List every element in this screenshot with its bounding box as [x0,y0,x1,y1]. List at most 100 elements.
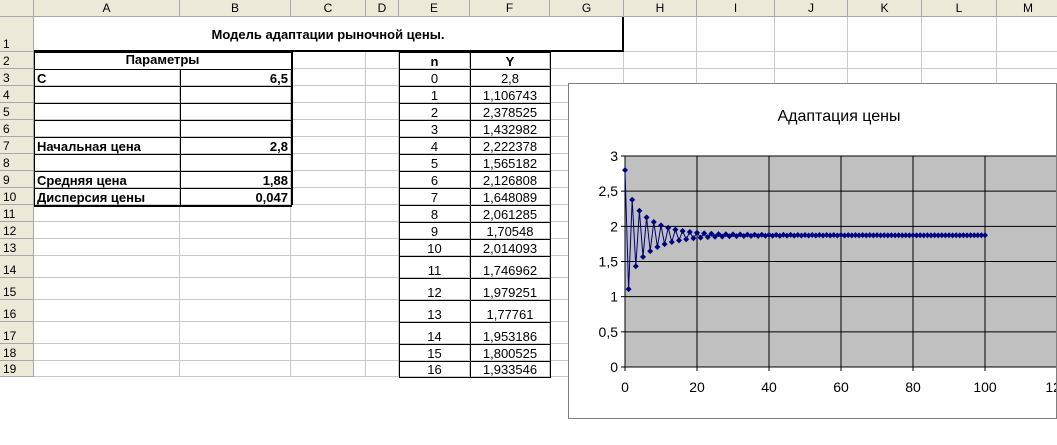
cell-d8[interactable] [366,154,399,171]
cell-g2[interactable] [550,52,624,69]
cell-d7[interactable] [366,137,399,154]
cell-h1[interactable] [624,17,697,52]
cell-a13[interactable] [34,239,180,256]
cell-d2[interactable] [366,52,399,69]
cell-b4[interactable] [180,86,291,103]
sheet-title[interactable]: Модель адаптации рыночной цены. [34,17,624,52]
row-header-18[interactable]: 18 [0,344,34,361]
column-header-e[interactable]: E [399,0,470,17]
cell-a6[interactable] [34,120,180,137]
cell-b12[interactable] [180,222,291,239]
column-header-k[interactable]: K [848,0,922,17]
cell-d5[interactable] [366,103,399,120]
row-header-5[interactable]: 5 [0,103,34,120]
row-header-8[interactable]: 8 [0,154,34,171]
cell-a19[interactable] [34,361,180,377]
row-header-16[interactable]: 16 [0,300,34,322]
row-header-12[interactable]: 12 [0,222,34,239]
cell-a16[interactable] [34,300,180,322]
cell-c3[interactable] [291,69,366,86]
cell-c17[interactable] [291,322,366,344]
cell-d13[interactable] [366,239,399,256]
cell-b14[interactable] [180,256,291,278]
cell-b5[interactable] [180,103,291,120]
cell-c13[interactable] [291,239,366,256]
cell-d3[interactable] [366,69,399,86]
row-header-10[interactable]: 10 [0,188,34,205]
cell-b19[interactable] [180,361,291,377]
cell-a14[interactable] [34,256,180,278]
cell-d19[interactable] [366,361,399,377]
cell-a12[interactable] [34,222,180,239]
cell-a15[interactable] [34,278,180,300]
cell-i1[interactable] [697,17,775,52]
column-header-a[interactable]: A [34,0,180,17]
row-header-6[interactable]: 6 [0,120,34,137]
column-header-i[interactable]: I [697,0,775,17]
cell-a4[interactable] [34,86,180,103]
row-header-3[interactable]: 3 [0,69,34,86]
column-header-m[interactable]: M [997,0,1057,17]
row-header-14[interactable]: 14 [0,256,34,278]
row-header-19[interactable]: 19 [0,361,34,377]
cell-b15[interactable] [180,278,291,300]
column-header-c[interactable]: C [291,0,366,17]
cell-m2[interactable] [997,52,1057,69]
cell-b16[interactable] [180,300,291,322]
cell-d12[interactable] [366,222,399,239]
cell-c12[interactable] [291,222,366,239]
cell-d11[interactable] [366,205,399,222]
row-header-13[interactable]: 13 [0,239,34,256]
cell-c5[interactable] [291,103,366,120]
cell-d18[interactable] [366,344,399,361]
cell-c19[interactable] [291,361,366,377]
cell-j1[interactable] [775,17,848,52]
cell-c15[interactable] [291,278,366,300]
cell-c2[interactable] [291,52,366,69]
cell-c6[interactable] [291,120,366,137]
column-header-g[interactable]: G [550,0,624,17]
cell-b11[interactable] [180,205,291,222]
cell-c14[interactable] [291,256,366,278]
column-header-l[interactable]: L [922,0,997,17]
cell-c4[interactable] [291,86,366,103]
column-header-b[interactable]: B [180,0,291,17]
cell-d15[interactable] [366,278,399,300]
cell-b17[interactable] [180,322,291,344]
cell-b13[interactable] [180,239,291,256]
cell-b18[interactable] [180,344,291,361]
row-header-15[interactable]: 15 [0,278,34,300]
row-header-17[interactable]: 17 [0,322,34,344]
row-header-4[interactable]: 4 [0,86,34,103]
cell-j2[interactable] [775,52,848,69]
cell-d14[interactable] [366,256,399,278]
row-header-7[interactable]: 7 [0,137,34,154]
cell-d4[interactable] [366,86,399,103]
cell-c8[interactable] [291,154,366,171]
cell-c9[interactable] [291,171,366,188]
cell-b6[interactable] [180,120,291,137]
cell-d17[interactable] [366,322,399,344]
cell-a11[interactable] [34,205,180,222]
column-header-d[interactable]: D [366,0,399,17]
cell-c11[interactable] [291,205,366,222]
cell-b8[interactable] [180,154,291,171]
price-adaptation-chart[interactable]: Адаптация цены 0 0,5 1 1,5 2 2,5 3 0 20 40 60 80 100 1… [568,83,1057,419]
cell-c16[interactable] [291,300,366,322]
cell-d6[interactable] [366,120,399,137]
cell-d10[interactable] [366,188,399,205]
cell-c18[interactable] [291,344,366,361]
cell-a8[interactable] [34,154,180,171]
row-header-2[interactable]: 2 [0,52,34,69]
cell-a17[interactable] [34,322,180,344]
cell-l1[interactable] [922,17,997,52]
cell-d9[interactable] [366,171,399,188]
cell-k2[interactable] [848,52,922,69]
cell-k1[interactable] [848,17,922,52]
row-header-1[interactable]: 1 [0,17,34,52]
select-all-corner[interactable] [0,0,34,17]
row-header-9[interactable]: 9 [0,171,34,188]
cell-d16[interactable] [366,300,399,322]
cell-l2[interactable] [922,52,997,69]
cell-a5[interactable] [34,103,180,120]
